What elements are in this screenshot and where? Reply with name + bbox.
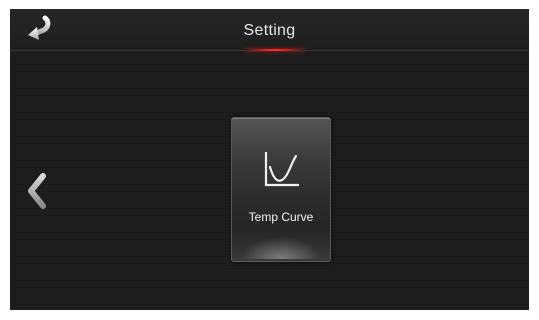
page-title: Setting [243,22,296,39]
tile-label: Temp Curve [248,210,314,224]
device-screen: Setting Temp Curve [10,9,529,310]
temperature-curve-icon [264,152,299,187]
title-accent-line [245,49,305,51]
tile-glow [240,237,322,259]
chevron-left-icon [28,173,46,209]
temp-curve-tile[interactable]: Temp Curve [231,117,331,262]
previous-page-button[interactable] [26,173,48,209]
header-bar: Setting [10,9,529,51]
